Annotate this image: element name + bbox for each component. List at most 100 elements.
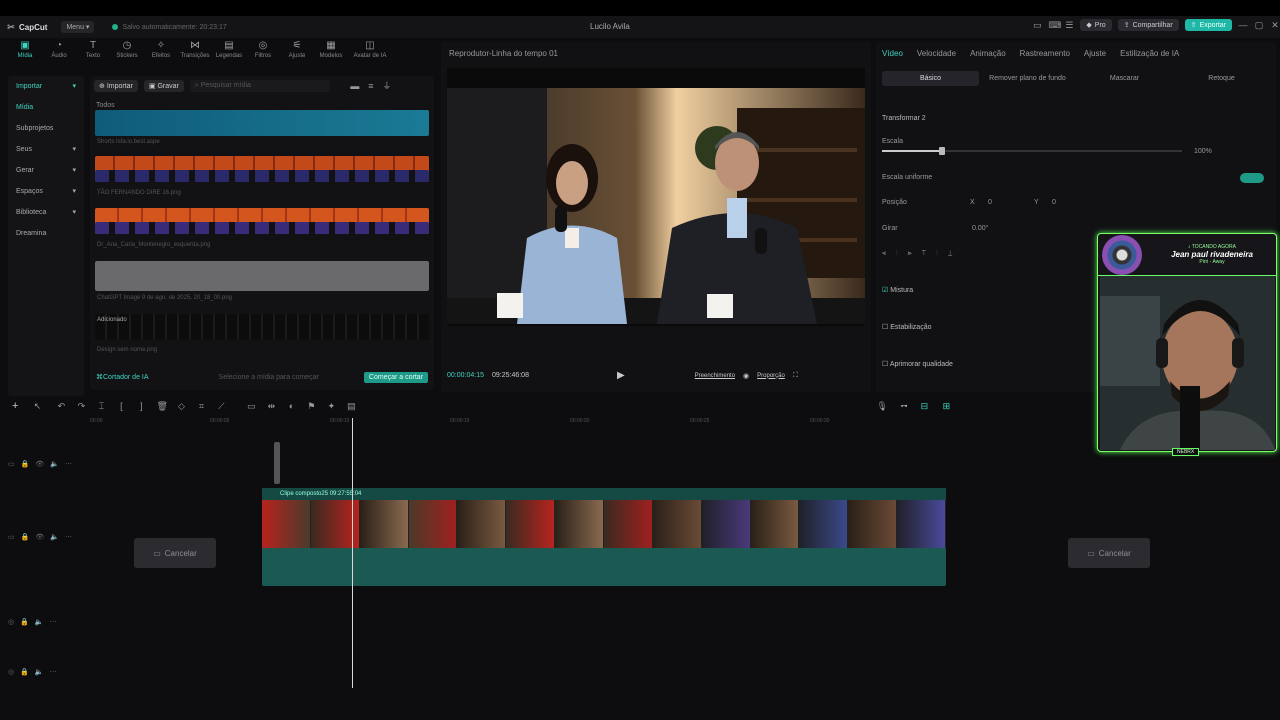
- lock-icon[interactable]: 🔒: [21, 460, 30, 468]
- lock-icon[interactable]: 🔒: [20, 618, 29, 626]
- audio-icon[interactable]: 🔈: [35, 618, 44, 626]
- keyboard-icon[interactable]: ⌨: [1048, 20, 1061, 30]
- split-icon[interactable]: ⌶: [96, 401, 106, 411]
- tool-stickers[interactable]: ◷ Stickers: [110, 40, 144, 70]
- sidebar-item-yours[interactable]: Seus ▾: [8, 139, 84, 160]
- audio-icon[interactable]: 🔈: [50, 533, 59, 541]
- eye-icon[interactable]: 👁: [35, 460, 44, 468]
- maximize-icon[interactable]: ▢: [1254, 20, 1264, 30]
- compound-clip[interactable]: Clipe composto25 09:27:55:04: [262, 488, 947, 586]
- crop-icon[interactable]: ⌗: [196, 401, 206, 411]
- tab-adjust[interactable]: Ajuste: [1084, 49, 1106, 58]
- tool-media[interactable]: ▣ Mídia: [8, 40, 42, 70]
- cancel-button-left[interactable]: ▭ Cancelar: [134, 538, 216, 568]
- playhead[interactable]: [352, 418, 353, 688]
- select-icon[interactable]: ↖: [32, 401, 42, 411]
- more-icon[interactable]: ⋯: [50, 618, 57, 626]
- undo-icon[interactable]: ↶: [56, 401, 66, 411]
- audio-icon[interactable]: 🔈: [50, 460, 59, 468]
- tab-animation[interactable]: Animação: [970, 49, 1006, 58]
- filter-icon[interactable]: ⏚: [382, 81, 392, 91]
- comment-icon[interactable]: ☰: [1064, 20, 1074, 30]
- tool-effects[interactable]: ✧ Efeitos: [144, 40, 178, 70]
- preview-axis-icon[interactable]: ⊞: [941, 401, 951, 411]
- add-track-icon[interactable]: +: [12, 400, 18, 412]
- start-cutting-button[interactable]: Começar a cortar: [363, 371, 428, 383]
- share-button[interactable]: ⇪ Compartilhar: [1117, 19, 1179, 31]
- audio-icon[interactable]: 🔈: [35, 668, 44, 676]
- ratio-button[interactable]: Proporção: [757, 373, 785, 379]
- tab-tracking[interactable]: Rastreamento: [1020, 49, 1070, 58]
- position-y-input[interactable]: 0: [1052, 199, 1056, 206]
- sidebar-item-generate[interactable]: Gerar ▾: [8, 160, 84, 181]
- tool-ai-avatar[interactable]: ◫ Avatar de IA: [348, 40, 392, 70]
- more-icon[interactable]: ⋯: [50, 668, 57, 676]
- eye-icon[interactable]: 👁: [35, 533, 44, 541]
- subtab-basic[interactable]: Básico: [882, 71, 979, 86]
- tool-text[interactable]: T Texto: [76, 40, 110, 70]
- fullscreen-icon[interactable]: ⛶: [793, 372, 798, 380]
- delete-icon[interactable]: 🗑: [156, 401, 167, 411]
- tool-filters[interactable]: ◎ Filtros: [246, 40, 280, 70]
- play-icon[interactable]: ▶: [617, 370, 625, 381]
- media-thumb[interactable]: [95, 314, 429, 340]
- lock-icon[interactable]: 🔒: [21, 533, 30, 541]
- tab-video[interactable]: Vídeo: [882, 49, 903, 58]
- auto-reframe-icon[interactable]: ⚑: [306, 401, 316, 411]
- layout-icon[interactable]: ▭: [1032, 20, 1042, 30]
- keyframe-icon[interactable]: ⟋: [216, 401, 226, 411]
- sidebar-item-spaces[interactable]: Espaços ▾: [8, 181, 84, 202]
- sidebar-item-library[interactable]: Biblioteca ▾: [8, 202, 84, 223]
- pro-button[interactable]: ◆ Pro: [1080, 19, 1112, 31]
- tool-models[interactable]: ▦ Modelos: [314, 40, 348, 70]
- subtab-retouch[interactable]: Retoque: [1173, 71, 1270, 86]
- sidebar-item-media[interactable]: Mídia: [8, 97, 84, 118]
- menu-button[interactable]: Menu ▾: [61, 21, 95, 33]
- microphone-icon[interactable]: 🎙: [876, 401, 887, 411]
- list-view-icon[interactable]: ▬: [350, 81, 360, 91]
- sidebar-item-subprojects[interactable]: Subprojetos: [8, 118, 84, 139]
- freeze-icon[interactable]: ▭: [246, 401, 256, 411]
- tool-captions[interactable]: ▤ Legendas: [212, 40, 246, 70]
- tool-transitions[interactable]: ⋈ Transições: [178, 40, 212, 70]
- tool-adjust[interactable]: ⚟ Ajuste: [280, 40, 314, 70]
- scale-slider-handle[interactable]: [939, 147, 945, 155]
- sort-icon[interactable]: ≡: [366, 81, 376, 91]
- lock-icon[interactable]: 🔒: [20, 668, 29, 676]
- import-button[interactable]: ⊕ Importar: [94, 80, 138, 92]
- subtab-remove-bg[interactable]: Remover plano de fundo: [979, 71, 1076, 86]
- tab-ai-style[interactable]: Estilização de IA: [1120, 49, 1179, 58]
- sidebar-item-dreamina[interactable]: Dreamina: [8, 223, 84, 244]
- uniform-scale-toggle[interactable]: [1240, 173, 1264, 183]
- media-search-input[interactable]: ⌕ Pesquisar mídia: [189, 80, 330, 92]
- tool-audio[interactable]: ◔ Áudio: [42, 40, 76, 70]
- magic-icon[interactable]: ✦: [326, 401, 336, 411]
- video-preview[interactable]: [447, 68, 865, 326]
- position-x-input[interactable]: 0: [988, 199, 992, 206]
- reverse-icon[interactable]: ⇹: [266, 401, 276, 411]
- enhance-row[interactable]: ☐ Aprimorar qualidade: [882, 360, 953, 368]
- caption-edit-icon[interactable]: ▤: [346, 401, 356, 411]
- align-icons[interactable]: ⫷⫶⫸⊤⫶⊥: [882, 250, 962, 258]
- record-button[interactable]: ▣ Gravar: [143, 80, 184, 92]
- media-thumb[interactable]: [95, 261, 429, 291]
- stabilize-row[interactable]: ☐ Estabilização: [882, 323, 931, 331]
- overlay-clip-small[interactable]: [274, 442, 280, 484]
- subtab-mask[interactable]: Mascarar: [1076, 71, 1173, 86]
- rotate-input[interactable]: 0.00°: [972, 225, 988, 232]
- blend-row[interactable]: ☑ Mistura: [882, 286, 913, 294]
- split-left-icon[interactable]: [: [116, 401, 126, 411]
- scale-slider-track[interactable]: [942, 150, 1182, 152]
- close-icon[interactable]: ✕: [1270, 20, 1280, 30]
- speed-icon[interactable]: ◐: [286, 401, 296, 411]
- minimize-icon[interactable]: —: [1238, 20, 1248, 30]
- snap-icon[interactable]: ⊟: [919, 401, 929, 411]
- fill-button[interactable]: Preenchimento: [695, 373, 735, 379]
- sidebar-item-import[interactable]: Importar ▾: [8, 76, 84, 97]
- link-icon[interactable]: ⊶: [900, 402, 907, 410]
- more-icon[interactable]: ⋯: [65, 460, 72, 468]
- cancel-button-right[interactable]: ▭ Cancelar: [1068, 538, 1150, 568]
- screenshot-icon[interactable]: ◉: [743, 372, 749, 380]
- scale-value[interactable]: 100%: [1194, 148, 1212, 155]
- redo-icon[interactable]: ↷: [76, 401, 86, 411]
